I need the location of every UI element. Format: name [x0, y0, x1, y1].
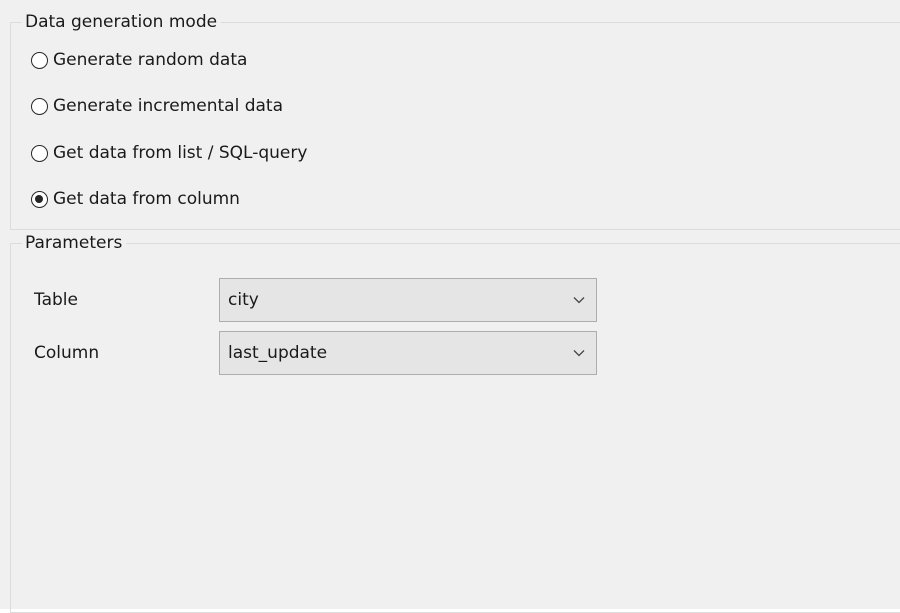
radio-get-data-from-list-sql-query[interactable]: Get data from list / SQL-query: [31, 140, 307, 166]
radio-generate-incremental-data[interactable]: Generate incremental data: [31, 93, 283, 119]
radio-unchecked-icon[interactable]: [31, 97, 48, 115]
radio-unchecked-icon[interactable]: [31, 51, 48, 69]
data-generation-panel: Data generation mode Generate random dat…: [0, 0, 900, 613]
radio-label[interactable]: Get data from list / SQL-query: [53, 142, 307, 164]
table-label: Table: [34, 290, 78, 310]
chevron-down-icon[interactable]: [562, 279, 596, 321]
table-dropdown-value: city: [228, 290, 259, 310]
radio-get-data-from-column[interactable]: Get data from column: [31, 186, 240, 212]
column-dropdown-value: last_update: [228, 343, 328, 363]
table-dropdown[interactable]: city: [219, 278, 597, 322]
column-label: Column: [34, 343, 100, 363]
radio-unchecked-icon[interactable]: [31, 144, 48, 162]
column-dropdown[interactable]: last_update: [219, 331, 597, 375]
chevron-down-icon[interactable]: [562, 332, 596, 374]
data-generation-mode-title: Data generation mode: [22, 11, 222, 33]
radio-label[interactable]: Generate incremental data: [53, 95, 283, 117]
radio-label[interactable]: Generate random data: [53, 49, 247, 71]
parameters-title: Parameters: [22, 232, 127, 254]
radio-checked-icon[interactable]: [31, 190, 48, 208]
radio-generate-random-data[interactable]: Generate random data: [31, 47, 247, 73]
radio-label[interactable]: Get data from column: [53, 188, 240, 210]
